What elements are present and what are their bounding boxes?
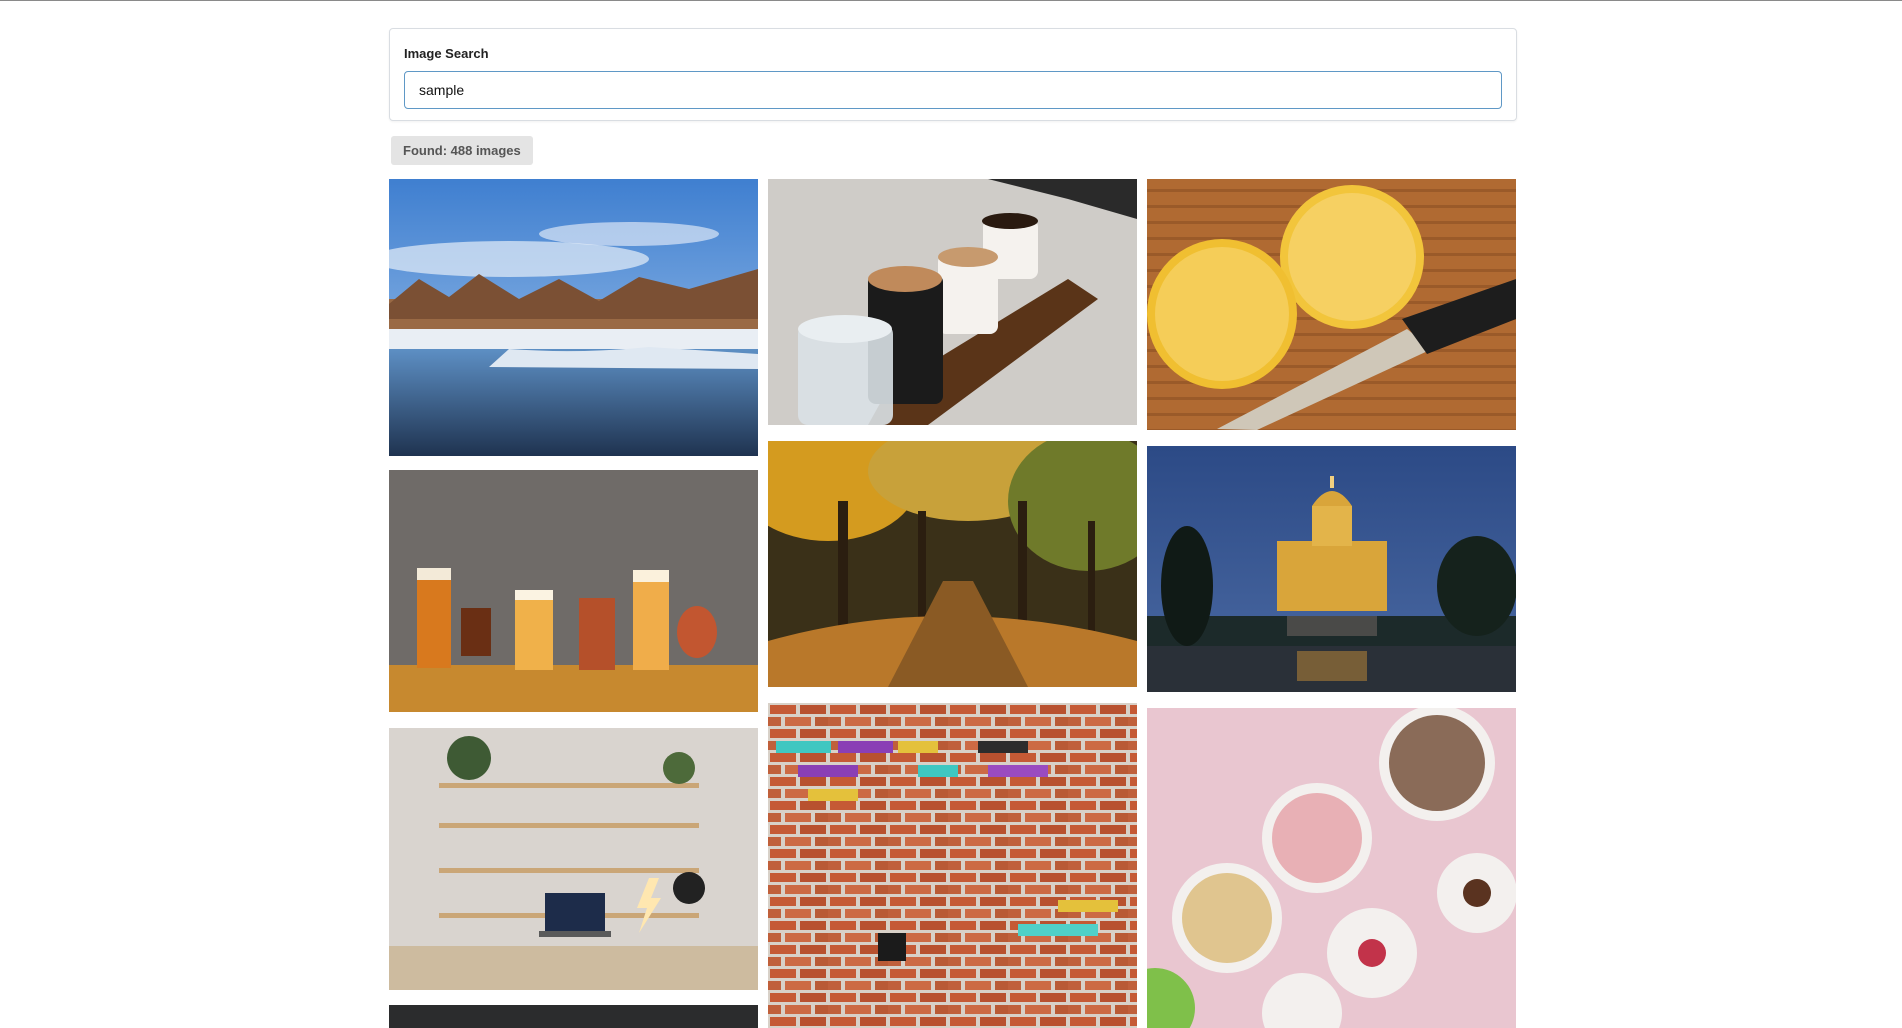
gallery-image-winter-river[interactable] xyxy=(389,179,758,456)
gallery-image-autumn-forest[interactable] xyxy=(768,441,1137,687)
desk-setup-image xyxy=(389,728,758,990)
lemon-image xyxy=(1147,179,1516,430)
cathedral-image xyxy=(1147,446,1516,692)
gallery-image-dark[interactable] xyxy=(389,1005,758,1028)
gallery-image-lemon[interactable] xyxy=(1147,179,1516,430)
gallery-image-desk-setup[interactable] xyxy=(389,728,758,990)
search-card: Image Search xyxy=(389,28,1517,121)
search-label: Image Search xyxy=(404,46,489,61)
brick-wall-image xyxy=(768,703,1137,1028)
gallery-image-coffee[interactable] xyxy=(768,179,1137,425)
result-count-badge: Found: 488 images xyxy=(391,136,533,165)
gallery-image-beer-glasses[interactable] xyxy=(389,470,758,712)
winter-river-image xyxy=(389,179,758,456)
search-input[interactable] xyxy=(404,71,1502,109)
autumn-forest-image xyxy=(768,441,1137,687)
image-gallery xyxy=(389,179,1517,1028)
beer-glasses-image xyxy=(389,470,758,712)
search-section: Image Search Found: 488 images xyxy=(389,28,1517,165)
gallery-image-desserts[interactable] xyxy=(1147,708,1516,1028)
gallery-image-cathedral[interactable] xyxy=(1147,446,1516,692)
coffee-image xyxy=(768,179,1137,425)
top-divider xyxy=(0,0,1902,1)
gallery-image-brick-wall[interactable] xyxy=(768,703,1137,1028)
desserts-image xyxy=(1147,708,1516,1028)
dark-image xyxy=(389,1005,758,1028)
